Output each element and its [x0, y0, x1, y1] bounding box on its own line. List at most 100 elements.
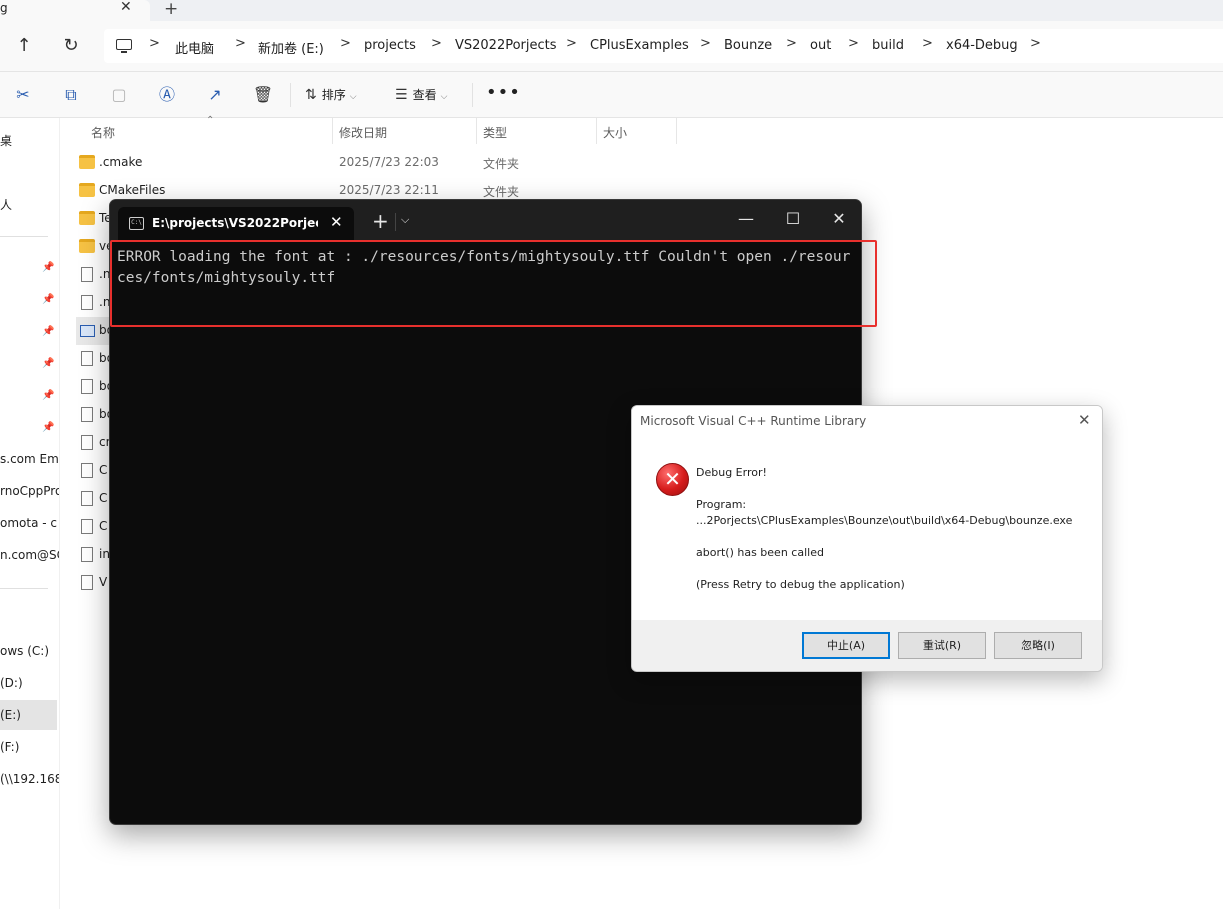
more-options-icon[interactable]: •••: [486, 82, 521, 103]
console-icon: C:\: [129, 217, 144, 230]
sidebar-item-label: s.com Emi: [0, 452, 60, 466]
copy-icon[interactable]: ⧉: [60, 84, 82, 106]
breadcrumb-separator[interactable]: >: [566, 36, 577, 51]
sidebar-item-drive-c[interactable]: ows (C:): [0, 636, 59, 666]
column-header: ⌃ 名称 修改日期 类型 大小: [60, 115, 1223, 146]
breadcrumb-projects[interactable]: projects: [364, 38, 416, 53]
column-divider[interactable]: [332, 118, 333, 144]
close-icon[interactable]: ✕: [1078, 411, 1091, 429]
terminal-titlebar[interactable]: C:\ E:\projects\VS2022Porjects\CP ✕ + ⌵ …: [110, 200, 861, 241]
breadcrumb-bounze[interactable]: Bounze: [724, 38, 772, 53]
sidebar-item-drive-d[interactable]: (D:): [0, 668, 59, 698]
sidebar-item-network-drive[interactable]: (\\192.168: [0, 764, 59, 794]
sidebar-item-drive-f[interactable]: (F:): [0, 732, 59, 762]
file-icon: [81, 519, 93, 534]
close-tab-icon[interactable]: ✕: [120, 0, 132, 14]
file-name: C: [99, 519, 108, 533]
column-divider[interactable]: [676, 118, 677, 144]
command-separator: [472, 83, 473, 107]
column-size[interactable]: 大小: [603, 124, 627, 141]
column-divider[interactable]: [476, 118, 477, 144]
pin-icon[interactable]: 📌: [42, 262, 54, 276]
breadcrumb-out[interactable]: out: [810, 38, 831, 53]
explorer-tab-title: g: [0, 1, 8, 15]
breadcrumb-x64-debug[interactable]: x64-Debug: [946, 38, 1018, 53]
breadcrumb-this-pc[interactable]: 此电脑: [175, 38, 214, 57]
file-icon: [81, 379, 93, 394]
breadcrumb-separator[interactable]: >: [922, 36, 933, 51]
dialog-titlebar[interactable]: Microsoft Visual C++ Runtime Library ✕: [632, 406, 1102, 437]
breadcrumb-separator[interactable]: >: [848, 36, 859, 51]
sidebar-item-pinned[interactable]: s.com Emi: [0, 444, 60, 474]
column-type[interactable]: 类型: [483, 124, 507, 141]
ignore-button[interactable]: 忽略(I): [994, 632, 1082, 659]
breadcrumb-separator[interactable]: >: [340, 36, 351, 51]
file-icon: [81, 575, 93, 590]
file-date: 2025/7/23 22:11: [339, 183, 439, 197]
pin-icon[interactable]: 📌: [42, 422, 54, 436]
sidebar-item-pinned[interactable]: rnoCppPro: [0, 476, 60, 506]
file-name: C: [99, 491, 108, 505]
breadcrumb-vs2022porjects[interactable]: VS2022Porjects: [455, 38, 557, 53]
new-terminal-tab-button[interactable]: +: [372, 209, 389, 233]
close-tab-icon[interactable]: ✕: [330, 213, 343, 231]
file-type: 文件夹: [483, 185, 520, 199]
breadcrumb-drive-e[interactable]: 新加卷 (E:): [258, 38, 324, 57]
sidebar-item-home[interactable]: 人: [0, 190, 59, 220]
breadcrumb-cplusexamples[interactable]: CPlusExamples: [590, 38, 689, 53]
pin-icon[interactable]: 📌: [42, 390, 54, 404]
column-modified[interactable]: 修改日期: [339, 124, 387, 141]
retry-button[interactable]: 重试(R): [898, 632, 986, 659]
view-menu[interactable]: ☰ 查看 ⌵: [395, 85, 447, 105]
column-name[interactable]: 名称: [91, 124, 115, 141]
folder-icon: [79, 155, 95, 169]
view-label: 查看: [412, 88, 437, 102]
navigation-pane: 桌 人 📌 📌 📌 📌 📌 📌 s.com Emi rnoCppPro omot…: [0, 118, 60, 909]
sidebar-item-pinned[interactable]: omota - c: [0, 508, 59, 538]
close-window-button[interactable]: ✕: [825, 208, 853, 230]
paste-icon[interactable]: ▢: [108, 84, 130, 106]
refresh-icon[interactable]: ↻: [61, 35, 81, 57]
file-icon: [81, 267, 93, 282]
pin-icon[interactable]: 📌: [42, 294, 54, 308]
error-highlight-box: [110, 240, 877, 327]
list-item[interactable]: .cmake 2025/7/23 22:03 文件夹: [60, 149, 860, 177]
breadcrumb-build[interactable]: build: [872, 38, 904, 53]
file-date: 2025/7/23 22:03: [339, 155, 439, 169]
program-path: ...2Porjects\CPlusExamples\Bounze\out\bu…: [696, 514, 1073, 527]
terminal-tab[interactable]: C:\ E:\projects\VS2022Porjects\CP ✕: [118, 207, 354, 241]
breadcrumb-separator[interactable]: >: [431, 36, 442, 51]
dialog-heading: Debug Error!: [696, 466, 767, 479]
sidebar-item-label: rnoCppPro: [0, 484, 60, 498]
breadcrumb-separator[interactable]: >: [235, 36, 246, 51]
pin-icon[interactable]: 📌: [42, 358, 54, 372]
share-icon[interactable]: ↗: [204, 84, 226, 106]
minimize-button[interactable]: —: [732, 208, 760, 230]
sort-menu[interactable]: ⇅ 排序 ⌵: [305, 85, 357, 105]
breadcrumb-separator[interactable]: >: [700, 36, 711, 51]
rename-icon[interactable]: Ⓐ: [156, 84, 178, 106]
file-name: V: [99, 575, 108, 589]
sort-label: 排序: [321, 88, 346, 102]
maximize-button[interactable]: ☐: [779, 208, 807, 230]
abort-button[interactable]: 中止(A): [802, 632, 890, 659]
address-bar[interactable]: > 此电脑 > 新加卷 (E:) > projects > VS2022Porj…: [104, 29, 1223, 63]
up-arrow-icon[interactable]: ↑: [14, 35, 34, 57]
breadcrumb-separator[interactable]: >: [786, 36, 797, 51]
explorer-tab[interactable]: g ✕: [0, 0, 150, 21]
sidebar-item-pinned[interactable]: n.com@SC: [0, 540, 59, 570]
sidebar-item-desktop[interactable]: 桌: [0, 126, 59, 156]
sidebar-item-drive-e[interactable]: (E:): [0, 700, 57, 730]
chevron-down-icon[interactable]: ⌵: [401, 213, 409, 227]
delete-icon[interactable]: 🗑: [252, 84, 274, 106]
breadcrumb-separator[interactable]: >: [1030, 36, 1041, 51]
breadcrumb-separator[interactable]: >: [149, 36, 160, 51]
error-message: abort() has been called: [696, 546, 824, 559]
new-tab-button[interactable]: +: [164, 0, 178, 19]
file-name: CMakeFiles: [99, 183, 166, 197]
column-divider[interactable]: [596, 118, 597, 144]
sidebar-item-label: omota - c: [0, 516, 57, 530]
pin-icon[interactable]: 📌: [42, 326, 54, 340]
cut-icon[interactable]: ✂: [12, 84, 34, 106]
sidebar-item-label: (F:): [0, 740, 20, 754]
